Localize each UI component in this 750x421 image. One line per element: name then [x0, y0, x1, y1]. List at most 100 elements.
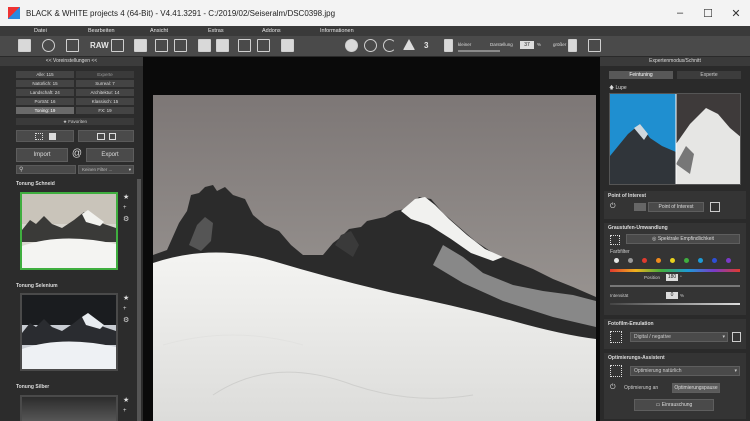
film-grid-icon[interactable] [610, 331, 622, 343]
grid-view-button[interactable] [16, 130, 74, 142]
category-architecture[interactable]: Architektur: 14 [76, 89, 134, 96]
step-icon[interactable]: 3 [424, 41, 428, 50]
intensity-value[interactable]: 0 [666, 292, 678, 299]
category-surreal[interactable]: Surreal: 7 [76, 80, 134, 87]
open-image-icon[interactable] [42, 39, 55, 52]
rotate-icon[interactable] [383, 39, 396, 52]
filter-swatch-5[interactable] [670, 258, 675, 263]
category-all[interactable]: Alle: 115 [16, 71, 74, 78]
presets-panel: << Voreinstellungen << Alle: 115 Experte… [0, 57, 143, 421]
menu-informationen[interactable]: Informationen [320, 28, 354, 34]
preset-thumb-3[interactable] [20, 395, 118, 421]
new-document-icon[interactable] [18, 39, 31, 52]
favorites-row[interactable]: ★ Favoriten [16, 118, 134, 125]
category-toning[interactable]: Toning: 19 [16, 107, 74, 114]
filter-select[interactable]: Keinen Filter ... ▾ [78, 165, 134, 174]
spectral-button[interactable]: ◎ Spektrale Empfindlichkeit [626, 234, 740, 244]
preset-thumb-2[interactable] [20, 293, 118, 371]
eye-icon[interactable] [345, 39, 358, 52]
preset-thumb-1[interactable] [20, 192, 118, 270]
save-icon[interactable] [134, 39, 147, 52]
filter-swatch-6[interactable] [684, 258, 689, 263]
intensity-slider[interactable] [610, 303, 740, 305]
filter-swatch-4[interactable] [656, 258, 661, 263]
compare-icon[interactable] [216, 39, 229, 52]
favorite-star-icon-1[interactable]: ★ [123, 193, 129, 201]
favorite-add-button[interactable] [78, 130, 134, 142]
poi-button[interactable]: Point of Interest [648, 202, 704, 212]
zoom-value[interactable]: 37 [520, 41, 534, 49]
category-classic[interactable]: Klassisch: 15 [76, 98, 134, 105]
optimize-apply-button[interactable]: ▭ Einrauschung [634, 399, 714, 411]
filter-swatch-7[interactable] [698, 258, 703, 263]
category-landscape[interactable]: Landschaft: 24 [16, 89, 74, 96]
zoom-in-icon[interactable] [568, 39, 577, 52]
tab-finetuning[interactable]: Feintuning [609, 71, 673, 79]
category-expert[interactable]: Experte [76, 71, 134, 78]
optimize-grid-icon[interactable] [610, 365, 622, 377]
filter-swatch-8[interactable] [712, 258, 717, 263]
settings-icon-2[interactable]: ⚙ [123, 316, 129, 324]
history-icon[interactable] [257, 39, 270, 52]
info-icon-3[interactable]: + [123, 408, 127, 414]
menu-extras[interactable]: Extras [208, 28, 224, 34]
menu-datei[interactable]: Datei [34, 28, 47, 34]
info-icon-2[interactable]: + [123, 306, 127, 312]
category-portrait[interactable]: Porträt: 16 [16, 98, 74, 105]
film-select[interactable]: Digital / negative ▾ [630, 332, 728, 342]
menu-bearbeiten[interactable]: Bearbeiten [88, 28, 115, 34]
filter-swatch-1[interactable] [614, 258, 619, 263]
hue-slider[interactable] [610, 269, 740, 272]
presets-header: << Voreinstellungen << [0, 57, 143, 66]
position-value[interactable]: 180 [666, 274, 678, 281]
menu-addons[interactable]: Addons [262, 28, 281, 34]
zoom-out-icon[interactable] [444, 39, 453, 52]
favorites-label: Favoriten [68, 119, 88, 124]
maximize-button[interactable]: ☐ [694, 7, 722, 20]
close-button[interactable]: ✕ [722, 7, 750, 20]
optimize-pause-button[interactable]: Optimierungspause [672, 383, 720, 393]
before-after-icon[interactable] [198, 39, 211, 52]
at-icon[interactable]: @ [70, 148, 84, 162]
search-input[interactable]: ⚲ [16, 165, 76, 174]
film-reset-icon[interactable] [732, 332, 741, 342]
menu-ansicht[interactable]: Ansicht [150, 28, 168, 34]
power-icon-optimize[interactable]: ⏻ [610, 384, 616, 392]
print-icon[interactable] [238, 39, 251, 52]
share-icon[interactable] [174, 39, 187, 52]
mirror-icon[interactable] [403, 39, 415, 50]
filter-swatch-9[interactable] [726, 258, 731, 263]
main-photo[interactable] [153, 95, 596, 421]
optimize-apply-label: Einrauschung [661, 402, 693, 408]
power-icon-poi[interactable]: ⏻ [610, 203, 616, 211]
export-icon[interactable] [155, 39, 168, 52]
optimize-chevron-down-icon: ▾ [734, 368, 737, 374]
image-canvas [143, 57, 600, 421]
zoom-slider[interactable] [458, 50, 500, 52]
crop-icon[interactable] [588, 39, 601, 52]
optimize-select[interactable]: Optimierung natürlich ▾ [630, 366, 740, 376]
raw-button[interactable]: RAW [90, 41, 109, 50]
tab-expert[interactable]: Experte [677, 71, 741, 79]
copy-icon[interactable] [66, 39, 79, 52]
loupe-preview[interactable] [609, 93, 741, 185]
minimize-button[interactable]: – [666, 7, 694, 19]
poi-target-icon[interactable] [710, 202, 720, 212]
grayscale-grid-icon[interactable] [610, 235, 620, 245]
filter-swatch-3[interactable] [642, 258, 647, 263]
info-icon-1[interactable]: + [123, 205, 127, 211]
circle-view-icon[interactable] [364, 39, 377, 52]
presets-scrollbar[interactable] [137, 179, 141, 421]
position-slider[interactable] [610, 285, 740, 287]
settings-icon-1[interactable]: ⚙ [123, 215, 129, 223]
import-button[interactable]: Import [16, 148, 68, 162]
favorite-star-icon-2[interactable]: ★ [123, 294, 129, 302]
category-natural[interactable]: Natürlich: 15 [16, 80, 74, 87]
batch-icon[interactable] [111, 39, 124, 52]
poi-toggle[interactable] [634, 203, 646, 211]
filter-swatch-2[interactable] [628, 258, 633, 263]
favorite-star-icon-3[interactable]: ★ [123, 396, 129, 404]
export-button[interactable]: Export [86, 148, 134, 162]
category-fx[interactable]: FX: 19 [76, 107, 134, 114]
histogram-icon[interactable] [281, 39, 294, 52]
